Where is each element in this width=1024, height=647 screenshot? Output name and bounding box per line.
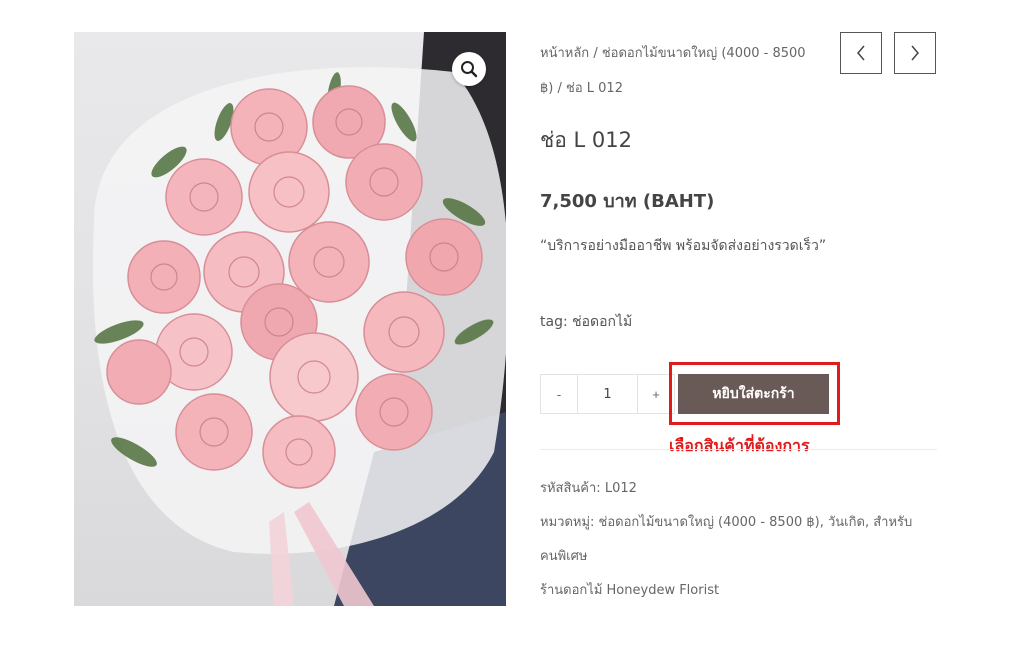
rose-bouquet-photo: [93, 32, 506, 606]
category-link[interactable]: วันเกิด: [828, 515, 865, 530]
quantity-stepper: - +: [540, 374, 675, 414]
shop-link[interactable]: ร้านดอกไม้ Honeydew Florist: [540, 583, 719, 598]
category-link[interactable]: ช่อดอกไม้ขนาดใหญ่ (4000 - 8500 ฿): [599, 515, 820, 530]
chevron-left-icon: [857, 45, 865, 61]
category-row: หมวดหมู่: ช่อดอกไม้ขนาดใหญ่ (4000 - 8500…: [540, 515, 913, 564]
breadcrumb-home-link[interactable]: หน้าหลัก: [540, 46, 589, 61]
product-meta: รหัสสินค้า: L012 หมวดหมู่: ช่อดอกไม้ขนาด…: [540, 472, 920, 608]
annotation-highlight-box: [669, 362, 840, 425]
magnifier-icon: [461, 61, 478, 78]
sku-value: L012: [604, 481, 637, 496]
breadcrumb-separator: /: [593, 46, 598, 61]
sku-row: รหัสสินค้า: L012: [540, 472, 920, 506]
product-price: 7,500 บาท (BAHT): [540, 191, 715, 212]
annotation-note: เลือกสินค้าที่ต้องการ: [669, 436, 810, 455]
breadcrumb: หน้าหลัก / ช่อดอกไม้ขนาดใหญ่ (4000 - 850…: [540, 36, 810, 106]
next-product-button[interactable]: [894, 32, 936, 74]
previous-product-button[interactable]: [840, 32, 882, 74]
breadcrumb-current: ช่อ L 012: [566, 81, 623, 96]
chevron-right-icon: [911, 45, 919, 61]
shop-row: ร้านดอกไม้ Honeydew Florist: [540, 574, 920, 608]
quantity-decrease-button[interactable]: -: [541, 375, 577, 413]
quantity-input[interactable]: [577, 375, 638, 413]
divider: [540, 449, 937, 450]
category-label: หมวดหมู่:: [540, 515, 595, 530]
product-short-description: “บริการอย่างมืออาชีพ พร้อมจัดส่งอย่างรวด…: [540, 238, 827, 254]
product-image[interactable]: [74, 32, 506, 606]
breadcrumb-separator: /: [557, 81, 562, 96]
product-tag: tag: ช่อดอกไม้: [540, 314, 633, 330]
zoom-button[interactable]: [452, 52, 486, 86]
product-title: ช่อ L 012: [540, 128, 632, 152]
sku-label: รหัสสินค้า:: [540, 481, 601, 496]
